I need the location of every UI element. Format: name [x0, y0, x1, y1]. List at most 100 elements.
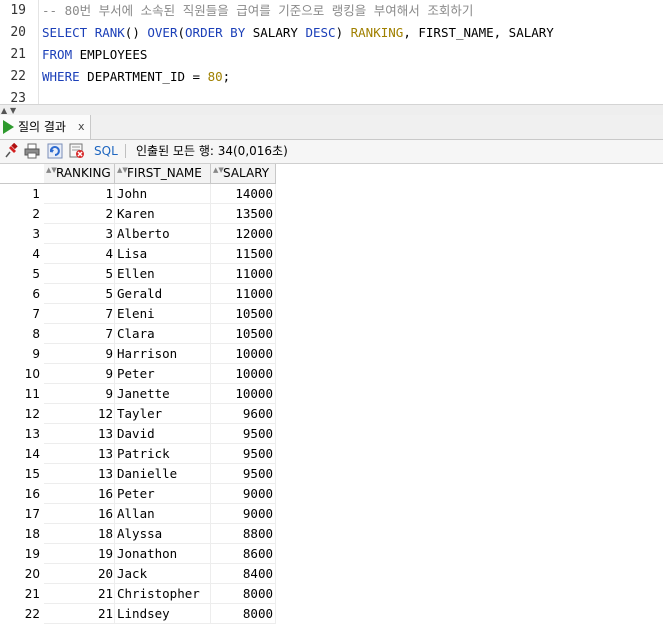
cell-first-name[interactable]: Jack [115, 564, 211, 584]
cell-first-name[interactable]: John [115, 184, 211, 204]
cell-ranking[interactable]: 16 [44, 504, 115, 524]
cell-salary[interactable]: 8000 [211, 584, 276, 604]
sql-comment[interactable]: -- 80번 부서에 소속된 직원들을 급여를 기준으로 랭킹을 부여해서 조회… [42, 0, 473, 22]
cell-first-name[interactable]: Peter [115, 484, 211, 504]
table-row[interactable]: 3 3 Alberto 12000 [0, 224, 663, 244]
collapse-down-icon[interactable]: ▼ [10, 106, 16, 115]
table-row[interactable]: 1 1 John 14000 [0, 184, 663, 204]
cell-first-name[interactable]: Jonathon [115, 544, 211, 564]
table-row[interactable]: 17 16 Allan 9000 [0, 504, 663, 524]
cell-ranking[interactable]: 18 [44, 524, 115, 544]
table-row[interactable]: 21 21 Christopher 8000 [0, 584, 663, 604]
cell-ranking[interactable]: 12 [44, 404, 115, 424]
cell-ranking[interactable]: 5 [44, 284, 115, 304]
cell-salary[interactable]: 14000 [211, 184, 276, 204]
table-row[interactable]: 12 12 Tayler 9600 [0, 404, 663, 424]
cell-first-name[interactable]: Peter [115, 364, 211, 384]
cell-ranking[interactable]: 13 [44, 464, 115, 484]
cell-ranking[interactable]: 21 [44, 584, 115, 604]
cell-ranking[interactable]: 1 [44, 184, 115, 204]
table-row[interactable]: 7 7 Eleni 10500 [0, 304, 663, 324]
table-row[interactable]: 13 13 David 9500 [0, 424, 663, 444]
editor-line[interactable]: 23 [0, 88, 663, 104]
cell-first-name[interactable]: Ellen [115, 264, 211, 284]
sql-code[interactable]: FROM EMPLOYEES [42, 44, 147, 66]
cell-ranking[interactable]: 4 [44, 244, 115, 264]
cell-ranking[interactable]: 16 [44, 484, 115, 504]
cell-salary[interactable]: 9000 [211, 504, 276, 524]
cell-salary[interactable]: 10500 [211, 324, 276, 344]
sql-code[interactable]: SELECT RANK() OVER(ORDER BY SALARY DESC)… [42, 22, 554, 44]
results-grid[interactable]: ▲▼ RANKING ▲▼ FIRST_NAME ▲▼ SALARY 1 1 Joh… [0, 164, 663, 635]
cell-salary[interactable]: 9500 [211, 444, 276, 464]
table-row[interactable]: 8 7 Clara 10500 [0, 324, 663, 344]
cell-salary[interactable]: 9500 [211, 464, 276, 484]
cell-first-name[interactable]: Lisa [115, 244, 211, 264]
cell-ranking[interactable]: 9 [44, 384, 115, 404]
close-icon[interactable]: x [78, 115, 85, 139]
editor-line[interactable]: 22 WHERE DEPARTMENT_ID = 80; [0, 66, 663, 88]
cell-ranking[interactable]: 9 [44, 364, 115, 384]
cell-ranking[interactable]: 13 [44, 444, 115, 464]
cell-first-name[interactable]: Tayler [115, 404, 211, 424]
table-row[interactable]: 4 4 Lisa 11500 [0, 244, 663, 264]
cell-first-name[interactable]: Karen [115, 204, 211, 224]
cell-ranking[interactable]: 20 [44, 564, 115, 584]
cell-salary[interactable]: 8600 [211, 544, 276, 564]
cell-ranking[interactable]: 7 [44, 304, 115, 324]
cell-first-name[interactable]: Lindsey [115, 604, 211, 624]
cell-salary[interactable]: 10500 [211, 304, 276, 324]
table-row[interactable]: 9 9 Harrison 10000 [0, 344, 663, 364]
cell-first-name[interactable]: Christopher [115, 584, 211, 604]
print-icon[interactable] [24, 143, 40, 159]
sql-code[interactable]: WHERE DEPARTMENT_ID = 80; [42, 66, 230, 88]
editor-line[interactable]: 21 FROM EMPLOYEES [0, 44, 663, 66]
cell-first-name[interactable]: Harrison [115, 344, 211, 364]
cell-ranking[interactable]: 5 [44, 264, 115, 284]
cell-salary[interactable]: 10000 [211, 344, 276, 364]
editor-line[interactable]: 19 -- 80번 부서에 소속된 직원들을 급여를 기준으로 랭킹을 부여해서… [0, 0, 663, 22]
column-header-first-name[interactable]: ▲▼ FIRST_NAME [115, 164, 211, 184]
table-row[interactable]: 22 21 Lindsey 8000 [0, 604, 663, 624]
cell-salary[interactable]: 8000 [211, 604, 276, 624]
pin-icon[interactable] [3, 142, 19, 159]
cell-salary[interactable]: 9600 [211, 404, 276, 424]
cell-first-name[interactable]: Alberto [115, 224, 211, 244]
cell-first-name[interactable]: Clara [115, 324, 211, 344]
cell-salary[interactable]: 11000 [211, 264, 276, 284]
table-row[interactable]: 16 16 Peter 9000 [0, 484, 663, 504]
cell-ranking[interactable]: 19 [44, 544, 115, 564]
cell-ranking[interactable]: 7 [44, 324, 115, 344]
cell-salary[interactable]: 8400 [211, 564, 276, 584]
table-row[interactable]: 2 2 Karen 13500 [0, 204, 663, 224]
table-row[interactable]: 10 9 Peter 10000 [0, 364, 663, 384]
table-row[interactable]: 15 13 Danielle 9500 [0, 464, 663, 484]
table-row[interactable]: 20 20 Jack 8400 [0, 564, 663, 584]
cell-ranking[interactable]: 21 [44, 604, 115, 624]
cell-first-name[interactable]: Alyssa [115, 524, 211, 544]
table-row[interactable]: 6 5 Gerald 11000 [0, 284, 663, 304]
sql-editor[interactable]: 19 -- 80번 부서에 소속된 직원들을 급여를 기준으로 랭킹을 부여해서… [0, 0, 663, 104]
table-row[interactable]: 5 5 Ellen 11000 [0, 264, 663, 284]
cell-salary[interactable]: 11500 [211, 244, 276, 264]
cell-first-name[interactable]: Danielle [115, 464, 211, 484]
cell-first-name[interactable]: David [115, 424, 211, 444]
table-row[interactable]: 18 18 Alyssa 8800 [0, 524, 663, 544]
cell-ranking[interactable]: 9 [44, 344, 115, 364]
column-header-ranking[interactable]: ▲▼ RANKING [44, 164, 115, 184]
cell-salary[interactable]: 10000 [211, 364, 276, 384]
cell-ranking[interactable]: 2 [44, 204, 115, 224]
cell-salary[interactable]: 12000 [211, 224, 276, 244]
table-row[interactable]: 19 19 Jonathon 8600 [0, 544, 663, 564]
sql-button[interactable]: SQL [94, 140, 118, 162]
clear-icon[interactable] [69, 143, 85, 159]
cell-salary[interactable]: 8800 [211, 524, 276, 544]
table-row[interactable]: 14 13 Patrick 9500 [0, 444, 663, 464]
table-row[interactable]: 11 9 Janette 10000 [0, 384, 663, 404]
cell-salary[interactable]: 11000 [211, 284, 276, 304]
collapse-up-icon[interactable]: ▲ [1, 106, 7, 115]
cell-salary[interactable]: 9000 [211, 484, 276, 504]
refresh-icon[interactable] [47, 143, 63, 159]
cell-first-name[interactable]: Janette [115, 384, 211, 404]
cell-first-name[interactable]: Allan [115, 504, 211, 524]
